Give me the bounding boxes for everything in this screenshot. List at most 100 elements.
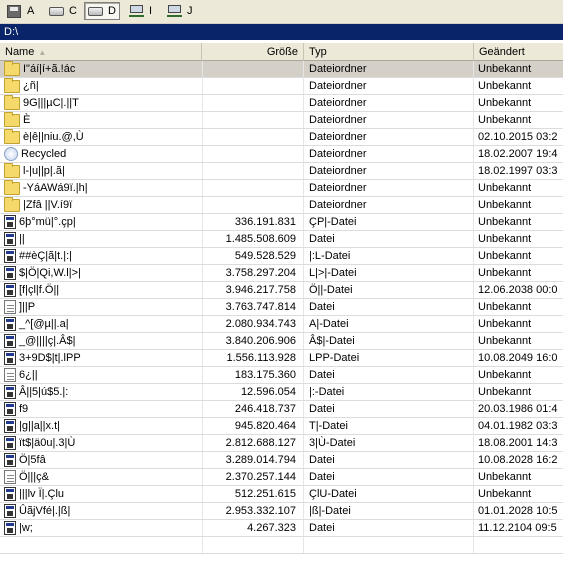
file-row[interactable]: ##èÇ|ã|t.|:| 549.528.529 |:L-Datei Unbekann… <box>0 248 563 265</box>
file-name-cell: |g||a||x.t| <box>0 418 200 434</box>
file-row[interactable]: f9 246.418.737 Datei 20.03.1986 01:4 <box>0 401 563 418</box>
file-type: Dateiordner <box>309 182 367 194</box>
executable-file-icon <box>4 419 16 433</box>
file-row[interactable]: |w; 4.267.323 Datei 11.12.2104 09:5 <box>0 520 563 537</box>
folder-icon <box>4 129 20 144</box>
file-type: Datei <box>309 369 335 381</box>
document-file-icon <box>4 470 16 484</box>
folder-icon <box>4 197 20 212</box>
network-drive-icon <box>167 5 183 17</box>
file-name-cell: Â||5|ú$5.|: <box>0 384 200 400</box>
file-row[interactable]: _^[@µ||.a| 2.080.934.743 A|-Datei Unbekannt <box>0 316 563 333</box>
file-name: [f|çl|f.Ö|| <box>19 284 60 296</box>
file-size: 2.812.688.127 <box>225 437 296 449</box>
file-type: Dateiordner <box>309 199 367 211</box>
sort-ascending-icon: ▲ <box>38 48 47 57</box>
file-row[interactable]: -YáAWá9ï.|h| Dateiordner Unbekannt <box>0 180 563 197</box>
executable-file-icon <box>4 283 16 297</box>
file-name: è|ê||niu.@,Ù <box>23 131 84 143</box>
file-type: Dateiordner <box>309 63 367 75</box>
executable-file-icon <box>4 487 16 501</box>
file-row[interactable]: |Zfâ ||V.í9ï Dateiordner Unbekannt <box>0 197 563 214</box>
file-name: |Zfâ ||V.í9ï <box>23 199 73 211</box>
column-header-date[interactable]: Geändert <box>474 43 563 61</box>
file-row[interactable]: $|Ö|Qi,W.l|>| 3.758.297.204 L|>|-Datei Unbe… <box>0 265 563 282</box>
file-size: 246.418.737 <box>234 403 296 415</box>
file-type: Dateiordner <box>309 165 367 177</box>
file-name-cell: ÛãjVfé|.|ß| <box>0 503 200 519</box>
executable-file-icon <box>4 317 16 331</box>
file-row[interactable]: È Dateiordner Unbekannt <box>0 112 563 129</box>
column-header-size[interactable]: Größe <box>202 43 304 61</box>
file-size: 549.528.529 <box>234 250 296 262</box>
file-size <box>202 197 302 213</box>
file-row[interactable]: [f|çl|f.Ö|| 3.946.217.758 Ö||-Datei 12.06.2… <box>0 282 563 299</box>
file-row[interactable]: ¿ñ| Dateiordner Unbekannt <box>0 78 563 95</box>
file-row[interactable]: Â||5|ú$5.|: 12.596.054 |:-Datei Unbekannt <box>0 384 563 401</box>
drive-button-i[interactable]: I <box>126 2 155 20</box>
drive-button-d[interactable]: D <box>84 2 120 20</box>
file-modified-date: Unbekannt <box>478 216 532 228</box>
file-size: 2.080.934.743 <box>225 318 296 330</box>
file-name: l-|u||p|.ã| <box>23 165 65 177</box>
file-row[interactable]: l-|u||p|.ã| Dateiordner 18.02.1997 03:3 <box>0 163 563 180</box>
file-size <box>202 146 302 162</box>
hard-drive-icon <box>49 5 65 17</box>
column-header-name[interactable]: Name ▲ <box>0 43 202 61</box>
column-header-type[interactable]: Typ <box>304 43 474 61</box>
folder-icon <box>4 78 20 93</box>
file-name: Recycled <box>21 148 67 160</box>
drive-button-a[interactable]: A <box>4 2 37 20</box>
file-row[interactable]: Ö|5fâ 3.289.014.794 Datei 10.08.2028 16:2 <box>0 452 563 469</box>
executable-file-icon <box>4 266 16 280</box>
file-type: Datei <box>309 471 335 483</box>
file-name: _@||||ç|.Â$| <box>19 335 76 347</box>
file-row[interactable]: |g||a||x.t| 945.820.464 T|-Datei 04.01.1982… <box>0 418 563 435</box>
file-size: 1.485.508.609 <box>225 233 296 245</box>
file-type: Dateiordner <box>309 114 367 126</box>
file-name-cell: 3+9D$|t|.lPP <box>0 350 200 366</box>
file-type: ÇlU-Datei <box>309 488 357 500</box>
file-row[interactable]: I"áí|í+ã.!ác Dateiordner Unbekannt <box>0 61 563 78</box>
drive-button-j[interactable]: J <box>164 2 196 20</box>
file-row[interactable]: 9G|||µC|.||T Dateiordner Unbekannt <box>0 95 563 112</box>
file-type: Datei <box>309 454 335 466</box>
network-drive-icon <box>129 5 145 17</box>
file-modified-date: 18.02.2007 19:4 <box>478 148 558 160</box>
file-modified-date: Unbekannt <box>478 80 532 92</box>
file-name: È <box>23 114 31 126</box>
file-name-cell: || <box>0 231 200 247</box>
file-size: 336.191.831 <box>234 216 296 228</box>
file-name-cell: |w; <box>0 520 200 536</box>
folder-icon <box>4 95 20 110</box>
file-size: 12.596.054 <box>240 386 296 398</box>
file-name: |||lv Ï|.Çlu <box>19 488 65 500</box>
file-row[interactable]: ]||P 3.763.747.814 Datei Unbekannt <box>0 299 563 316</box>
folder-icon <box>4 163 20 178</box>
file-row[interactable]: Ö|||ç& 2.370.257.144 Datei Unbekannt <box>0 469 563 486</box>
column-header-date-label: Geändert <box>479 46 525 58</box>
executable-file-icon <box>4 436 16 450</box>
file-row[interactable]: |||lv Ï|.Çlu 512.251.615 ÇlU-Datei Unbekann… <box>0 486 563 503</box>
drive-letter: C <box>69 5 77 17</box>
file-row[interactable]: 3+9D$|t|.lPP 1.556.113.928 LPP-Datei 10.08.… <box>0 350 563 367</box>
file-row[interactable]: 6þ°mü|°.çp| 336.191.831 ÇP|-Datei Unbekannt <box>0 214 563 231</box>
file-modified-date: Unbekannt <box>478 386 532 398</box>
file-type: Â$|-Datei <box>309 335 355 347</box>
file-row[interactable]: || 1.485.508.609 Datei Unbekannt <box>0 231 563 248</box>
file-row[interactable]: ÛãjVfé|.|ß| 2.953.332.107 |ß|-Datei 01.01.2… <box>0 503 563 520</box>
file-modified-date: Unbekannt <box>478 199 532 211</box>
file-name: _^[@µ||.a| <box>19 318 69 330</box>
file-size: 3.289.014.794 <box>225 454 296 466</box>
file-row[interactable]: Recycled Dateiordner 18.02.2007 19:4 <box>0 146 563 163</box>
file-name-cell: 6¿|| <box>0 367 200 383</box>
file-row[interactable]: 6¿|| 183.175.360 Datei Unbekannt <box>0 367 563 384</box>
file-row[interactable]: ït$|ä0u|.3|Ù 2.812.688.127 3|Ù-Datei 18.08.… <box>0 435 563 452</box>
file-modified-date: Unbekannt <box>478 301 532 313</box>
drive-button-c[interactable]: C <box>46 2 80 20</box>
column-divider <box>202 537 203 553</box>
file-name-cell: $|Ö|Qi,W.l|>| <box>0 265 200 281</box>
file-size: 2.370.257.144 <box>225 471 296 483</box>
file-row[interactable]: è|ê||niu.@,Ù Dateiordner 02.10.2015 03:2 <box>0 129 563 146</box>
file-row[interactable]: _@||||ç|.Â$| 3.840.206.906 Â$|-Datei Unbeka… <box>0 333 563 350</box>
